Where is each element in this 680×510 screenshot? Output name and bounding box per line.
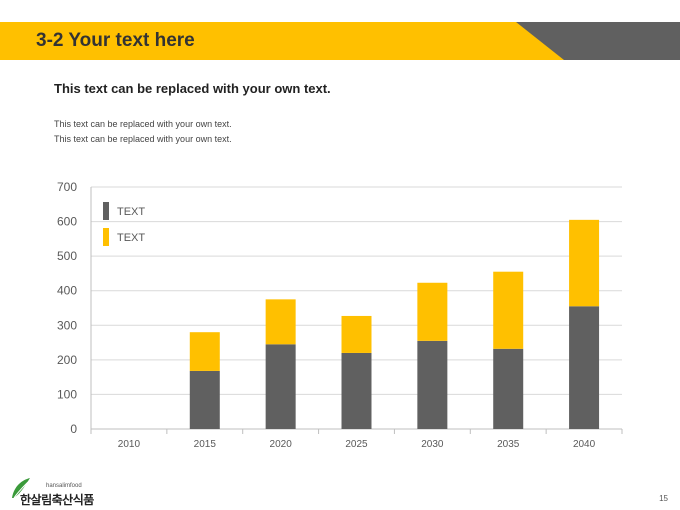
bar-segment-series-1 (569, 306, 600, 429)
legend-label-series-2: TEXT (117, 232, 145, 244)
legend-swatch-series-2 (103, 228, 109, 246)
x-tick-label: 2025 (345, 439, 368, 450)
y-tick-label: 300 (57, 318, 77, 332)
body-text-line-2: This text can be replaced with your own … (54, 134, 232, 144)
y-tick-label: 100 (57, 387, 77, 401)
bar-segment-series-2 (265, 299, 296, 345)
body-text-line-1: This text can be replaced with your own … (54, 119, 232, 129)
bar-segment-series-2 (341, 315, 372, 353)
bar-segment-series-2 (569, 219, 600, 307)
bar-segment-series-1 (189, 370, 220, 429)
bar-segment-series-2 (417, 282, 448, 341)
x-tick-label: 2030 (421, 439, 444, 450)
bar-segment-series-1 (493, 348, 524, 429)
logo-english-text: hansalimfood (46, 483, 82, 489)
y-tick-label: 600 (57, 215, 77, 229)
y-tick-label: 500 (57, 249, 77, 263)
slide-title: 3-2 Your text here (36, 30, 195, 51)
bar-segment-series-1 (417, 340, 448, 429)
bar-segment-series-2 (493, 271, 524, 349)
y-tick-label: 200 (57, 353, 77, 367)
x-tick-label: 2020 (270, 439, 293, 450)
bar-segment-series-1 (341, 352, 372, 429)
logo-korean-text: 한살림축산식품 (20, 493, 94, 507)
x-tick-label: 2015 (194, 439, 217, 450)
legend-swatch-series-1 (103, 202, 109, 220)
slide-headline: This text can be replaced with your own … (54, 81, 331, 96)
legend-label-series-1: TEXT (117, 206, 145, 218)
stacked-bar-chart: 0 100 200 300 400 500 600 700 2010 2015 2020 2025 20… (57, 180, 623, 450)
bar-segment-series-2 (189, 332, 220, 371)
x-tick-label: 2010 (118, 439, 141, 450)
bar-segment-series-1 (265, 344, 296, 429)
page-number: 15 (659, 494, 668, 503)
x-tick-label: 2035 (497, 439, 520, 450)
company-logo: hansalimfood 한살림축산식품 (10, 474, 120, 508)
y-tick-label: 700 (57, 180, 77, 194)
y-tick-label: 0 (70, 422, 77, 436)
title-banner: 3-2 Your text here (0, 22, 680, 60)
x-tick-label: 2040 (573, 439, 596, 450)
y-tick-label: 400 (57, 284, 77, 298)
